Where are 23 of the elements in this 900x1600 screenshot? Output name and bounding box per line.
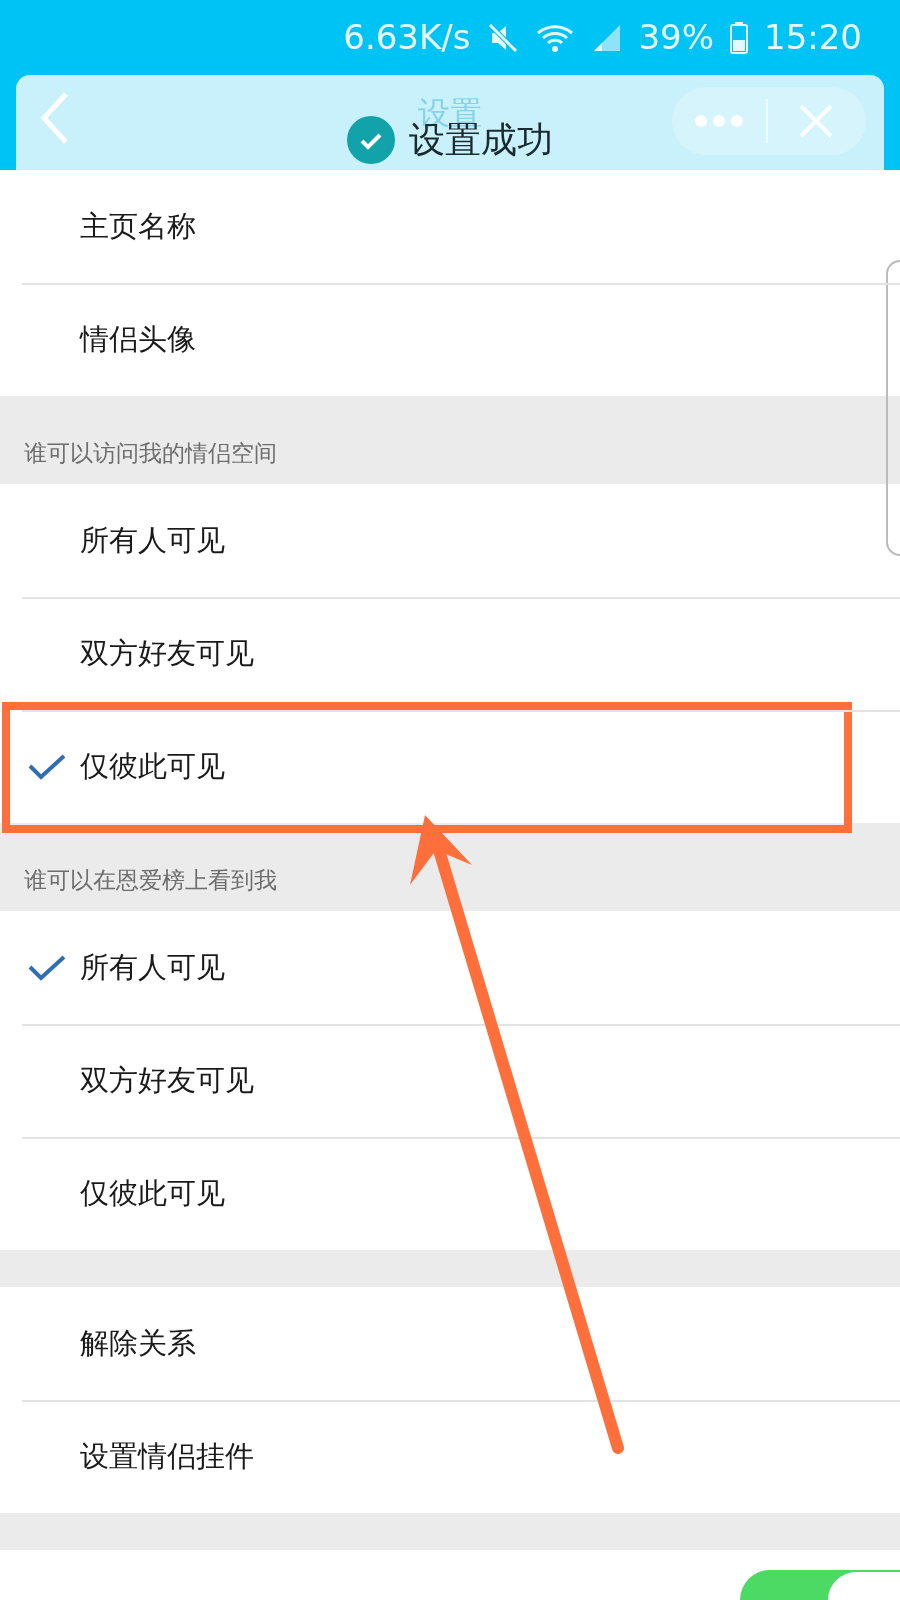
section-heading: 谁可以访问我的情侣空间 — [24, 438, 277, 468]
option-row[interactable]: 所有人可见 — [0, 484, 900, 597]
checkmark-icon — [28, 954, 66, 981]
more-icon[interactable] — [694, 114, 744, 128]
option-row[interactable]: 双方好友可见 — [0, 1024, 900, 1137]
option-row[interactable]: 仅彼此可见 — [0, 1137, 900, 1250]
network-speed: 6.63K/s — [343, 16, 471, 59]
settings-row[interactable]: 解除关系 — [0, 1287, 900, 1400]
settings-row[interactable]: 主页名称 — [0, 170, 900, 283]
clock-time: 15:20 — [764, 16, 862, 59]
battery-percent: 39% — [638, 16, 714, 59]
section-heading: 谁可以在恩爱榜上看到我 — [24, 865, 277, 895]
option-row[interactable]: 双方好友可见 — [0, 597, 900, 710]
option-row[interactable]: 仅彼此可见 — [0, 710, 900, 823]
back-icon[interactable] — [40, 91, 70, 145]
settings-row[interactable]: 情侣头像 — [0, 283, 900, 396]
toggle-switch[interactable] — [740, 1570, 900, 1600]
success-check-icon — [347, 116, 395, 164]
close-icon[interactable] — [798, 103, 834, 139]
settings-row[interactable]: 设置情侣挂件 — [0, 1400, 900, 1513]
option-row[interactable]: 所有人可见 — [0, 911, 900, 1024]
checkmark-icon — [28, 753, 66, 780]
battery-icon — [730, 21, 748, 54]
